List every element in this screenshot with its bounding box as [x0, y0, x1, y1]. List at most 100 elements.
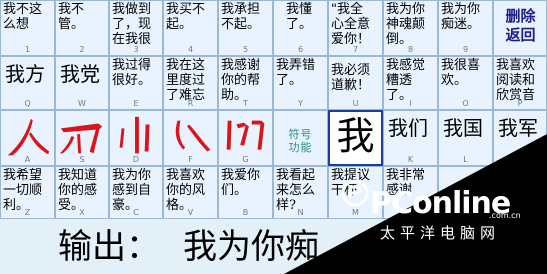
current-char-key[interactable]: 我	[328, 110, 383, 166]
phrase-text: 我知道 你的感 受。	[58, 168, 98, 213]
key-4[interactable]: 我买不 起。 4	[163, 0, 218, 56]
key-z[interactable]: 我希望 一切顺 利。 Z	[0, 166, 55, 219]
phrase-text: 我爱你 们。	[221, 168, 261, 198]
key-letter: G	[242, 155, 249, 164]
key-n[interactable]: 我看起 来怎么 样? N	[273, 166, 328, 219]
key-letter: 3	[133, 45, 139, 54]
key-v[interactable]: 我喜欢 你的风 格。 V	[163, 166, 218, 219]
key-letter: 9	[462, 45, 469, 54]
delete-return-label: 删除 返回	[505, 7, 536, 44]
key-b[interactable]: 我爱你 们。 B	[218, 166, 273, 219]
phrase-text: 我希望 一切顺 利。	[3, 168, 43, 213]
key-6[interactable]: 我懂 了。 6	[273, 0, 328, 56]
handwriting-keyboard: 我不这 么想 1 我不 管。 2 我做到 了，现 在我很 3 我买不 起。 4 …	[0, 0, 547, 274]
key-2[interactable]: 我不 管。 2	[55, 0, 109, 56]
output-label: 输出：	[58, 227, 160, 267]
phrase-text: 我们	[388, 116, 428, 140]
current-char: 我	[336, 114, 375, 158]
phrase-text: 我过得 很好。	[112, 58, 152, 88]
key-letter: B	[242, 208, 249, 217]
key-letter: 6	[297, 45, 304, 54]
stroke-key-hengzhe[interactable]: S	[55, 110, 109, 166]
phrase-text: 我懂 了。	[286, 2, 313, 32]
phrase-text: 我不 管。	[58, 2, 85, 32]
key-letter: C	[133, 208, 139, 217]
stroke-key-dian[interactable]: F	[163, 110, 218, 166]
key-letter: Y	[298, 99, 303, 108]
key-9[interactable]: 我为你 痴迷。 9	[438, 0, 493, 56]
symbol-function-button[interactable]: 符号 功能	[273, 110, 328, 166]
phrase-text: 我为你 神魂颠 倒。	[386, 2, 426, 47]
phrase-text: 我看起 来怎么 样?	[276, 168, 316, 213]
key-letter: K	[407, 155, 414, 164]
key-letter: 8	[407, 45, 414, 54]
key-u[interactable]: 我必须 道歉！ U	[328, 56, 383, 110]
key-letter: D	[132, 155, 140, 164]
key-3[interactable]: 我做到 了，现 在我很 3	[109, 0, 163, 56]
key-letter: I	[409, 99, 412, 108]
key-letter: S	[79, 155, 85, 164]
key-1[interactable]: 我不这 么想 1	[0, 0, 55, 56]
key-letter: 2	[79, 45, 85, 54]
key-letter: N	[297, 208, 304, 217]
key-7[interactable]: "我全 心全意 爱你！ 7	[328, 0, 383, 56]
phrase-text: 我为你 痴迷。	[441, 2, 481, 32]
phrase-text: 我感觉 糟透 了。	[386, 58, 426, 103]
key-c[interactable]: 我为你 感到自 豪。 C	[109, 166, 163, 219]
key-letter: 5	[242, 45, 249, 54]
output-text: 我为你痴	[183, 227, 319, 267]
key-letter: T	[243, 99, 248, 108]
key-letter: X	[79, 208, 85, 217]
key-i[interactable]: 我感觉 糟透 了。 I	[383, 56, 438, 110]
key-p[interactable]: 我喜欢 阅读和 欣赏音 P	[493, 56, 547, 110]
phrase-text: "我全 心全意 爱你！	[331, 2, 371, 47]
key-semicolon[interactable]: 我军 ;	[493, 110, 547, 166]
key-5[interactable]: 我承担 不起。 5	[218, 0, 273, 56]
key-letter: 4	[187, 45, 194, 54]
phrase-text: 我喜欢 阅读和 欣赏音	[496, 58, 536, 103]
key-x[interactable]: 我知道 你的感 受。 X	[55, 166, 109, 219]
pconline-logo-icon	[341, 179, 369, 207]
phrase-text: 我很喜 欢。	[441, 58, 481, 88]
watermark-url: .com.cn	[489, 211, 521, 220]
key-letter: 1	[24, 45, 31, 54]
key-letter: W	[78, 99, 86, 108]
key-letter: E	[133, 99, 139, 108]
phrase-text: 我买不 起。	[166, 2, 206, 32]
key-letter: A	[24, 155, 31, 164]
phrase-text: 我喜欢 你的风 格。	[166, 168, 206, 213]
phrase-text: 我为你 感到自 豪。	[112, 168, 152, 213]
phrase-text: 我党	[60, 62, 100, 86]
key-e[interactable]: 我过得 很好。 E	[109, 56, 163, 110]
key-letter: L	[463, 155, 468, 164]
phrase-text: 我方	[5, 62, 45, 86]
delete-return-button[interactable]: 删除 返回	[493, 0, 547, 56]
key-r[interactable]: 我在这 里度过 了难忘 R	[163, 56, 218, 110]
key-k[interactable]: 我们 K	[383, 110, 438, 166]
phrase-text: 我承担 不起。	[221, 2, 261, 32]
key-q[interactable]: 我方 Q	[0, 56, 55, 110]
key-letter: O	[462, 99, 469, 108]
key-letter: R	[187, 99, 194, 108]
phrase-text: 我不这 么想	[3, 2, 43, 32]
stroke-key-shu[interactable]: D	[109, 110, 163, 166]
phrase-text: 我军	[498, 116, 538, 140]
key-letter: 7	[352, 45, 359, 54]
key-letter: P	[517, 99, 523, 108]
key-8[interactable]: 我为你 神魂颠 倒。 8	[383, 0, 438, 56]
key-o[interactable]: 我很喜 欢。 O	[438, 56, 493, 110]
phrase-text: 我国	[443, 116, 483, 140]
key-y[interactable]: 我弄错 了。 Y	[273, 56, 328, 110]
key-letter: F	[188, 155, 193, 164]
key-letter: V	[187, 208, 194, 217]
key-letter: Z	[24, 208, 31, 217]
key-l[interactable]: 我国 L	[438, 110, 493, 166]
key-letter: Q	[24, 99, 31, 108]
phrase-text: 我做到 了，现 在我很	[112, 2, 152, 47]
key-t[interactable]: 我感谢 你的帮 助。 T	[218, 56, 273, 110]
stroke-key-pie[interactable]: A	[0, 110, 55, 166]
key-w[interactable]: 我党 W	[55, 56, 109, 110]
phrase-text: 我在这 里度过 了难忘	[166, 58, 206, 103]
stroke-key-zhe[interactable]: G	[218, 110, 273, 166]
phrase-text: 我感谢 你的帮 助。	[221, 58, 261, 103]
